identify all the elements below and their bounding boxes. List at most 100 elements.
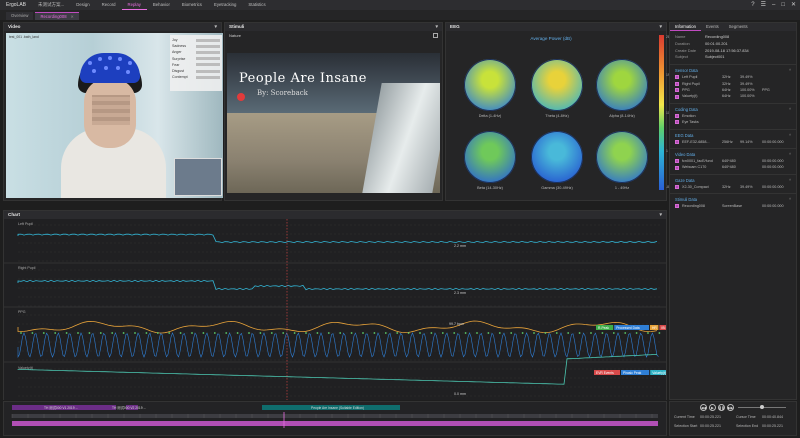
window-controls: ? ☰ – □ ✕ [751,0,796,10]
gaze-point [237,93,245,101]
source-checkbox[interactable] [675,120,679,125]
chevron-up-icon[interactable]: ^ [789,106,791,113]
chart-background [4,219,666,400]
tab-overview[interactable]: Overview [6,12,34,20]
tab-segments[interactable]: Segments [724,23,753,31]
source-checkbox[interactable] [675,184,679,189]
emotion-label: Contempt [172,75,188,80]
source-checkbox[interactable] [675,81,679,86]
section-header[interactable]: Sensor Data ^ [675,67,791,74]
menu-design[interactable]: Design [70,0,95,10]
section-header[interactable]: Coding Data ^ [675,106,791,113]
source-c1: Eye Tasks [682,120,699,125]
segment-label: TH 测试000 V1 2019 ... [44,405,78,410]
data-source-row[interactable]: Webcam C170 640*480 00:00:00.000 [675,164,791,170]
source-c2: ScreenBase [722,204,743,209]
chart-title: Chart [8,212,20,217]
chevron-down-icon[interactable]: ▾ [435,23,438,31]
play-icon[interactable]: ▶ [709,404,716,411]
menu-icon[interactable]: ☰ [761,0,766,10]
video-panel: Video ▾ test_001 .bath_land Joy Sadness A… [3,22,223,201]
source-checkbox[interactable] [675,139,679,144]
section-header[interactable]: Stimuli Data ^ [675,196,791,203]
r-peak-marker [168,332,171,334]
help-icon[interactable]: ? [751,0,754,10]
timeline-track[interactable]: TH 测试000 V1 2019 ... TH 测试000 V2 2019 ...… [4,402,666,435]
cursor-time: 00:00:40.844 [762,415,783,419]
emotion-bar [196,63,220,67]
secondary-camera-thumbnail[interactable] [174,158,222,196]
r-peak-marker [259,332,262,334]
source-checkbox[interactable] [675,159,679,164]
r-peak-marker [54,332,57,334]
source-checkbox[interactable] [675,165,679,170]
chevron-up-icon[interactable]: ^ [789,67,791,74]
topomap-head [464,131,516,183]
pause-icon[interactable]: ❚❚ [718,404,725,411]
close-icon[interactable]: ✕ [791,0,796,10]
chevron-down-icon[interactable]: ▾ [659,211,662,219]
close-tab-icon[interactable]: ✕ [71,14,75,19]
source-checkbox[interactable] [675,94,679,99]
source-c1: Recording008 [682,204,705,209]
r-peak-marker [316,332,319,334]
source-checkbox[interactable] [675,75,679,80]
eeg-cap [80,53,140,83]
r-peak-marker [510,332,513,334]
chevron-down-icon[interactable]: ▾ [659,23,662,31]
chevron-up-icon[interactable]: ^ [789,196,791,203]
chevron-down-icon[interactable]: ▾ [214,23,217,31]
source-c2 [722,119,740,125]
menu-biometrics[interactable]: Biometrics [176,0,208,10]
previous-icon[interactable]: ◀◀ [700,404,707,411]
data-source-row[interactable]: Eye Tasks [675,119,791,125]
r-peak-marker [88,332,91,334]
legend-label: Processed Data [616,326,640,330]
legend-label: IBI [661,326,665,330]
menu-eyetracking[interactable]: Eyetracking [208,0,242,10]
source-c2: 64Hz [722,94,731,99]
menu-statistics[interactable]: Statistics [242,0,271,10]
section-header[interactable]: Gaze Data ^ [675,177,791,184]
project-name[interactable]: 未测试方案... [32,2,70,8]
source-checkbox[interactable] [675,88,679,93]
menu-record[interactable]: Record [96,0,122,10]
source-checkbox[interactable] [675,113,679,118]
information-panel: Information Events Segments Name Recordin… [669,22,797,400]
volume-handle[interactable] [760,405,764,409]
expand-icon[interactable] [433,33,438,38]
source-c3: 100.00% [740,94,755,99]
r-peak-marker [487,332,490,334]
r-peak-marker [590,332,592,334]
data-source-row[interactable]: Valuety(t) 64Hz 100.00% [675,93,791,99]
chevron-up-icon[interactable]: ^ [789,132,791,139]
playback-buttons: ◀◀ ▶ ❚❚ ▶▶ [700,404,734,411]
chevron-up-icon[interactable]: ^ [789,151,791,158]
tab-events[interactable]: Events [701,23,724,31]
source-checkbox[interactable] [675,204,679,209]
menu-behavior[interactable]: Behavior [147,0,176,10]
video-overlay-label: test_001 .bath_land [9,35,39,39]
r-peak-marker [77,332,79,334]
section-title: Sensor Data [675,68,698,74]
maximize-icon[interactable]: □ [781,0,785,10]
chevron-up-icon[interactable]: ^ [789,177,791,184]
r-peak-marker [191,332,193,334]
data-sections: Sensor Data ^ Left Pupil 32Hz 39.49% Right Pu… [670,64,796,209]
data-source-row[interactable]: Recording008 ScreenBase 00:00:00.000 [675,203,791,209]
tab-recording[interactable]: Recording008 ✕ [35,12,80,20]
section-header[interactable]: EEG Data ^ [675,132,791,139]
emotion-bar [196,38,220,42]
next-icon[interactable]: ▶▶ [727,404,734,411]
minimize-icon[interactable]: – [772,0,775,10]
tab-information[interactable]: Information [670,23,701,31]
data-source-row[interactable]: X2-30_Compact 32Hz 39.49% 00:00:00.000 [675,184,791,190]
data-source-row[interactable]: EEF-E32-6858... 256Hz 99.14% 00:00:00.000 [675,139,791,145]
menu-replay[interactable]: Replay [121,0,147,10]
power-colorbar [659,35,664,190]
section-header[interactable]: Video Data ^ [675,151,791,158]
chart-panel: Chart ▾ Left Pupil Right Pupil PPG Valuety(t… [3,210,667,400]
webcam-view: test_001 .bath_land Joy Sadness Anger Su… [6,33,223,198]
stimuli-label: Nature [229,33,242,38]
signal-chart[interactable]: Left Pupil Right Pupil PPG Valuety(t) 2.2 mm… [4,219,666,400]
